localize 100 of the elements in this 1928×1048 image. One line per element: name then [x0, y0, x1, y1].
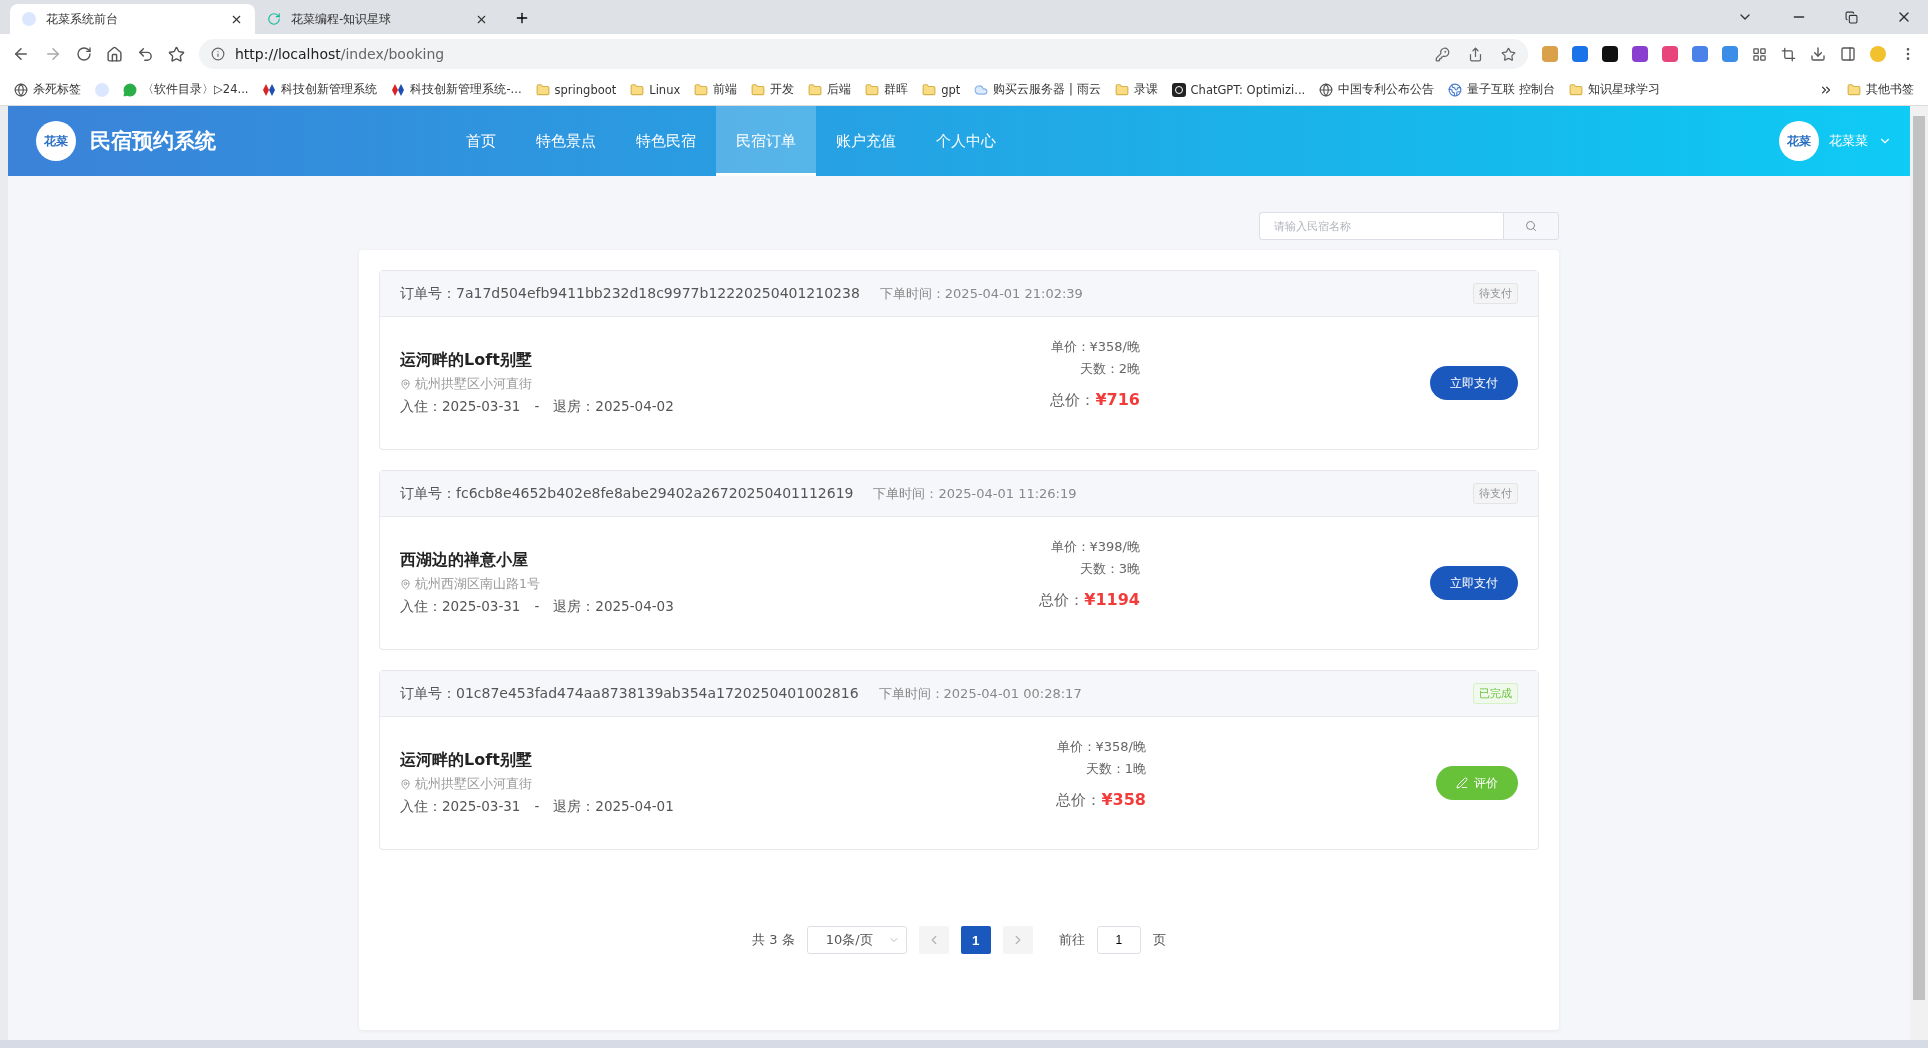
order-time: 下单时间：2025-04-01 11:26:19: [873, 484, 1077, 503]
unit-price: 单价：¥398/晚: [1050, 538, 1140, 556]
folder-icon: [922, 82, 937, 97]
total-amount: ¥358: [1101, 790, 1146, 809]
grid-icon[interactable]: [1752, 46, 1767, 62]
page-suffix: 页: [1152, 931, 1166, 949]
date-separator: -: [534, 598, 540, 616]
folder-icon: [808, 82, 823, 97]
undo-icon[interactable]: [137, 45, 154, 63]
bookmark[interactable]: 录课: [1114, 82, 1158, 97]
globe-icon: [1319, 82, 1334, 97]
bookmark[interactable]: 杀死标签: [14, 82, 81, 97]
download-icon[interactable]: [1810, 46, 1826, 62]
goto-label: 前往: [1058, 931, 1085, 949]
address-bar[interactable]: http://localhost/index/booking: [199, 39, 1528, 69]
home-icon[interactable]: [106, 45, 123, 63]
page-size-select[interactable]: 10条/页: [806, 926, 907, 954]
bookmark[interactable]: 量子互联 控制台: [1448, 82, 1555, 97]
search-icon: [1525, 220, 1537, 232]
unit-price: 单价：¥358/晚: [1056, 738, 1146, 756]
folder-icon: [1114, 82, 1129, 97]
folder-icon: [1568, 82, 1583, 97]
user-avatar[interactable]: 花菜: [1779, 121, 1819, 161]
bookmark[interactable]: 前端: [694, 82, 738, 97]
folder-icon: [865, 82, 880, 97]
star-icon[interactable]: [1501, 46, 1516, 62]
bookmark[interactable]: 后端: [808, 82, 852, 97]
diamond-icon: [262, 82, 277, 97]
status-tag: 待支付: [1473, 483, 1518, 504]
crop-icon[interactable]: [1781, 46, 1796, 62]
new-tab-icon[interactable]: [514, 10, 530, 26]
bookmark[interactable]: 其他书签: [1847, 82, 1914, 97]
goto-page-field[interactable]: 1: [1096, 926, 1141, 954]
restore-icon[interactable]: [1845, 10, 1858, 24]
diamond-icon: [391, 82, 406, 97]
order-number: 订单号：7a17d504efb9411bb232d18c9977b12220250401210238: [400, 284, 860, 303]
nights: 天数：3晚: [1079, 560, 1140, 578]
key-icon[interactable]: [1435, 46, 1450, 62]
browser-tab[interactable]: 花菜编程-知识星球: [255, 4, 500, 34]
app-title: 民宿预约系统: [90, 128, 216, 155]
homestay-name: 运河畔的Loft别墅: [400, 750, 533, 771]
homestay-address: 杭州拱墅区小河直街: [415, 776, 532, 793]
earth-icon: [1448, 82, 1463, 97]
bookmark[interactable]: 〈软件目录〉▷24...: [123, 82, 249, 97]
bookmark[interactable]: springboot: [535, 82, 617, 97]
back-icon[interactable]: [12, 45, 30, 63]
star-icon[interactable]: [168, 45, 185, 63]
reload-icon[interactable]: [76, 46, 92, 62]
total-label: 总价：: [1056, 791, 1102, 810]
checkin-date: 入住：2025-03-31: [400, 398, 521, 416]
bookmark[interactable]: 科技创新管理系统-...: [391, 82, 522, 97]
total-count: 共 3 条: [752, 931, 795, 949]
bookmark[interactable]: ChatGPT: Optimizi...: [1171, 82, 1306, 97]
location-icon: [400, 779, 411, 790]
cloud-icon: [974, 82, 989, 97]
bookmark[interactable]: 知识星球学习: [1568, 82, 1660, 97]
total-amount: ¥716: [1095, 390, 1140, 409]
date-separator: -: [534, 398, 540, 416]
folder-icon: [751, 82, 766, 97]
info-icon: [211, 47, 225, 61]
order-number: 订单号：fc6cb8e4652b402e8fe8abe29402a26720250401112619: [400, 484, 854, 503]
checkin-date: 入住：2025-03-31: [400, 798, 521, 816]
checkout-date: 退房：2025-04-03: [553, 598, 674, 616]
folder-icon: [535, 82, 550, 97]
gpt-logo-icon: [1171, 82, 1186, 97]
total-label: 总价：: [1050, 391, 1096, 410]
bookmark[interactable]: gpt: [922, 82, 961, 97]
chat-icon: [123, 82, 137, 97]
homestay-address: 杭州拱墅区小河直街: [415, 376, 532, 393]
extension-icon[interactable]: [1602, 46, 1618, 62]
nights: 天数：1晚: [1085, 760, 1146, 778]
url-text: http://localhost/index/booking: [235, 46, 445, 62]
order-number: 订单号：01c87e453fad474aa8738139ab354a1720250401002816: [400, 684, 859, 703]
bookmark[interactable]: 科技创新管理系统: [262, 82, 378, 97]
bookmark[interactable]: Linux: [630, 82, 681, 97]
folder-icon: [1847, 82, 1861, 97]
bookmark[interactable]: 购买云服务器 | 雨云: [974, 82, 1101, 97]
pay-button[interactable]: 立即支付: [1430, 566, 1518, 600]
logo-icon: 花菜: [36, 121, 76, 161]
bookmark[interactable]: 开发: [751, 82, 795, 97]
search-field[interactable]: 请输入民宿名称: [1259, 212, 1503, 240]
bookmark[interactable]: 中国专利公布公告: [1319, 82, 1435, 97]
checkout-date: 退房：2025-04-01: [553, 798, 674, 816]
browser-tab[interactable]: 花菜系统前台: [10, 4, 255, 34]
globe-icon: [14, 82, 28, 97]
scrollbar[interactable]: [1910, 106, 1928, 1040]
loading-icon: [267, 12, 281, 26]
share-icon[interactable]: [1468, 46, 1483, 62]
pay-button[interactable]: 立即支付: [1430, 366, 1518, 400]
bookmark[interactable]: 群晖: [865, 82, 909, 97]
order-time: 下单时间：2025-04-01 21:02:39: [879, 284, 1083, 303]
page-number[interactable]: 1: [960, 926, 991, 954]
folder-icon: [694, 82, 709, 97]
side-panel-icon[interactable]: [1840, 46, 1856, 62]
order-time: 下单时间：2025-04-01 00:28:17: [878, 684, 1082, 703]
flower-logo-icon: [95, 82, 109, 97]
date-separator: -: [534, 798, 540, 816]
unit-price: 单价：¥358/晚: [1050, 338, 1140, 356]
homestay-address: 杭州西湖区南山路1号: [415, 576, 540, 593]
location-icon: [400, 379, 411, 390]
